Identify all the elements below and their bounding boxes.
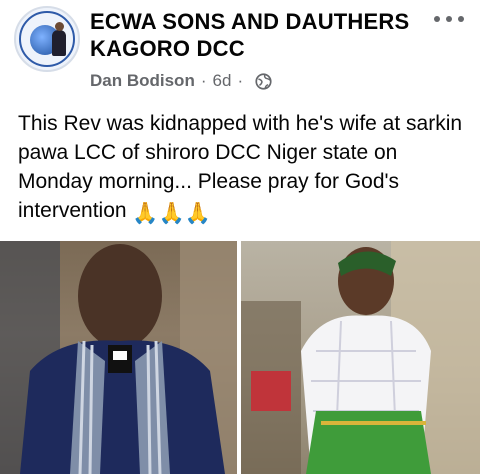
reverend-illustration xyxy=(0,241,237,474)
photo-wife[interactable] xyxy=(241,241,480,474)
author-name[interactable]: Dan Bodison xyxy=(90,71,195,91)
post-header: ECWA SONS AND DAUTHERS KAGORO DCC Dan Bo… xyxy=(0,0,480,100)
praying-hands-emoji: 🙏🙏🙏 xyxy=(132,202,211,225)
more-dot xyxy=(446,16,452,22)
globe-icon[interactable] xyxy=(255,72,272,90)
group-avatar[interactable] xyxy=(14,6,80,72)
post-text: This Rev was kidnapped with he's wife at… xyxy=(18,109,468,228)
more-options-icon[interactable] xyxy=(432,12,466,26)
post-message: This Rev was kidnapped with he's wife at… xyxy=(18,112,463,222)
more-dot xyxy=(434,16,440,22)
meta-separator: · xyxy=(237,71,244,90)
wife-illustration xyxy=(241,241,480,474)
more-dot xyxy=(458,16,464,22)
post-time[interactable]: 6d xyxy=(213,71,232,91)
photo-reverend[interactable] xyxy=(0,241,237,474)
meta-separator: · xyxy=(200,71,207,90)
group-name-line-2: KAGORO DCC xyxy=(90,36,245,61)
group-name-link[interactable]: ECWA SONS AND DAUTHERS KAGORO DCC xyxy=(90,8,420,62)
post-meta: Dan Bodison · 6d · xyxy=(90,70,272,92)
avatar-person-icon xyxy=(52,22,66,56)
group-name-line-1: ECWA SONS AND DAUTHERS xyxy=(90,9,410,34)
